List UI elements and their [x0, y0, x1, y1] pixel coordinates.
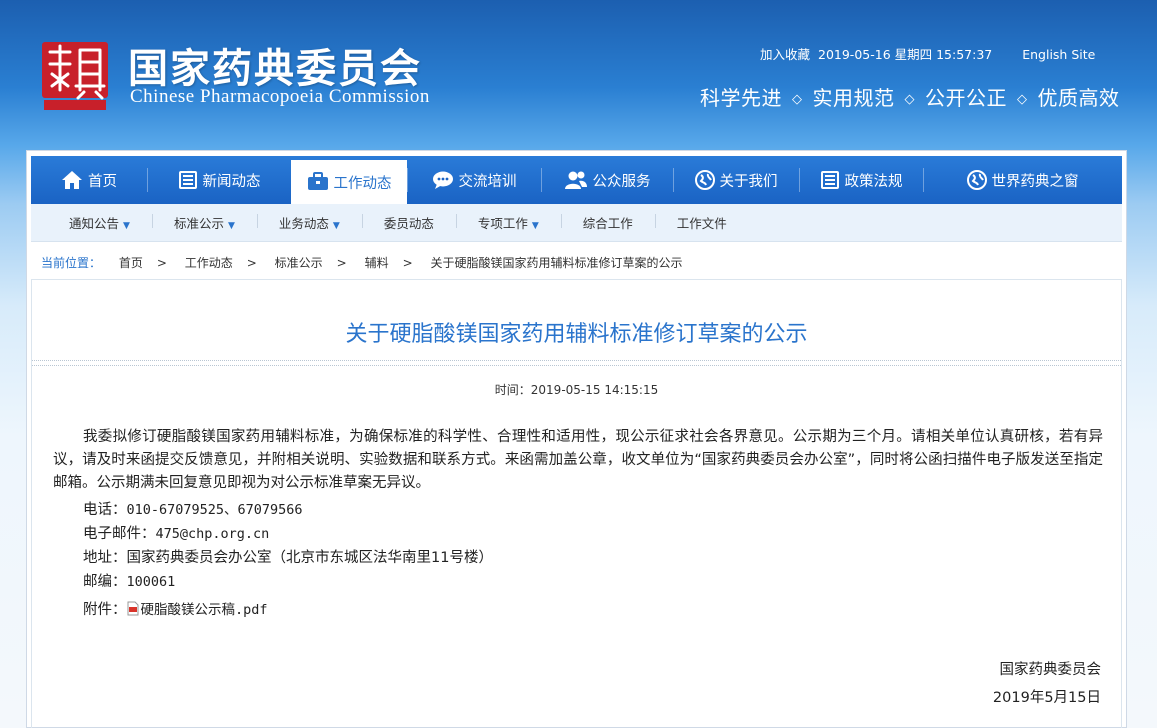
nav-item-work[interactable]: 工作动态	[291, 160, 407, 204]
nav-item-label: 公众服务	[592, 173, 651, 190]
sub-nav: 通知公告 ▼ 标准公示 ▼ 业务动态 ▼ 委员动态 专项工作 ▼ 综合工作 工作文件	[31, 204, 1122, 242]
caret-down-icon: ▼	[227, 221, 235, 231]
slogan-separator: ◇	[1017, 92, 1028, 107]
nav-item-home[interactable]: 首页	[31, 156, 147, 204]
nav-item-label: 新闻动态	[202, 173, 261, 190]
contact-address: 地址：国家药典委员会办公室（北京市东城区法华南里11号楼）	[83, 550, 493, 566]
slogan: 实用规范	[812, 86, 895, 110]
site-header: 国家药典委员会 Chinese Pharmacopoeia Commission…	[0, 0, 1157, 150]
attachment-link[interactable]: 硬脂酸镁公示稿.pdf	[127, 601, 268, 620]
subnav-item-business[interactable]: 业务动态 ▼	[256, 213, 362, 232]
seal-logo-icon[interactable]	[40, 40, 110, 112]
breadcrumb-item[interactable]: 首页	[119, 256, 143, 270]
main-panel: 首页 新闻动态 工作动态 交流培训 公众服务 关于我们 政策法规 世界药典之窗 …	[26, 150, 1127, 728]
users-icon	[564, 170, 588, 190]
slogan: 科学先进	[700, 86, 782, 110]
signature-date: 2019年5月15日	[992, 690, 1101, 706]
publish-time: 时间：2019-05-15 14:15:15	[494, 383, 659, 397]
nav-item-public-service[interactable]: 公众服务	[541, 156, 673, 204]
subnav-item-general[interactable]: 综合工作	[560, 213, 655, 232]
list-icon	[820, 170, 840, 190]
top-links: 加入收藏 2019-05-16 星期四 15:57:37 English Sit…	[760, 44, 1099, 63]
nav-item-label: 交流培训	[458, 173, 517, 190]
subnav-item-notices[interactable]: 通知公告 ▼	[47, 213, 152, 232]
nav-item-news[interactable]: 新闻动态	[147, 156, 291, 204]
home-icon	[61, 170, 83, 190]
slogan-bar: 科学先进 ◇ 实用规范 ◇ 公开公正 ◇ 优质高效	[700, 82, 1120, 111]
caret-down-icon: ▼	[123, 221, 130, 231]
breadcrumb-item[interactable]: 工作动态	[185, 256, 233, 270]
bookmark-link[interactable]: 加入收藏	[760, 47, 810, 62]
breadcrumb-separator: >	[156, 256, 167, 270]
main-nav: 首页 新闻动态 工作动态 交流培训 公众服务 关于我们 政策法规 世界药典之窗	[31, 156, 1122, 204]
slogan: 公开公正	[925, 86, 1007, 110]
article-body: 我委拟修订硬脂酸镁国家药用辅料标准，为确保标准的科学性、合理性和适用性，现公示征…	[53, 429, 1103, 491]
nav-item-world-pharmacopoeia[interactable]: 世界药典之窗	[923, 156, 1122, 204]
subnav-item-special[interactable]: 专项工作 ▼	[455, 213, 561, 232]
subnav-item-documents[interactable]: 工作文件	[654, 213, 749, 232]
nav-item-about[interactable]: 关于我们	[673, 156, 799, 204]
subnav-item-standards[interactable]: 标准公示 ▼	[151, 213, 257, 232]
caret-down-icon: ▼	[531, 221, 539, 231]
contact-postcode: 邮编：100061	[83, 574, 176, 590]
globe-icon	[694, 170, 715, 190]
english-site-link[interactable]: English Site	[1022, 47, 1095, 62]
current-datetime: 2019-05-16 星期四 15:57:37	[818, 47, 993, 62]
breadcrumb-separator: >	[336, 256, 347, 270]
nav-item-label: 工作动态	[333, 175, 392, 192]
breadcrumb-separator: >	[402, 256, 413, 270]
pdf-file-icon	[127, 601, 139, 620]
signature-organization: 国家药典委员会	[999, 662, 1102, 678]
breadcrumb-item[interactable]: 辅料	[365, 256, 389, 270]
contact-email: 电子邮件：475@chp.org.cn	[83, 526, 270, 542]
slogan-separator: ◇	[904, 92, 915, 107]
nav-item-policy[interactable]: 政策法规	[799, 156, 923, 204]
list-icon	[178, 170, 198, 190]
breadcrumb-label: 当前位置：	[41, 256, 102, 270]
site-title-en: Chinese Pharmacopoeia Commission	[130, 86, 430, 107]
breadcrumb-current: 关于硬脂酸镁国家药用辅料标准修订草案的公示	[430, 256, 683, 270]
chat-icon	[432, 170, 454, 190]
breadcrumb-separator: >	[246, 256, 257, 270]
breadcrumb-item[interactable]: 标准公示	[275, 256, 323, 270]
attachment: 附件： 硬脂酸镁公示稿.pdf	[83, 601, 268, 620]
article-title: 关于硬脂酸镁国家药用辅料标准修订草案的公示	[345, 322, 808, 347]
slogan: 优质高效	[1037, 86, 1120, 110]
nav-item-label: 首页	[88, 173, 117, 190]
caret-down-icon: ▼	[332, 221, 340, 231]
nav-item-label: 政策法规	[844, 173, 903, 190]
breadcrumb: 当前位置： 首页 > 工作动态 > 标准公示 > 辅料 > 关于硬脂酸镁国家药用辅料标准…	[41, 254, 682, 271]
contact-phone: 电话：010-67079525、67079566	[83, 502, 303, 518]
globe-icon	[966, 170, 987, 190]
nav-item-label: 关于我们	[719, 173, 778, 190]
article: 关于硬脂酸镁国家药用辅料标准修订草案的公示 时间：2019-05-15 14:1…	[31, 279, 1122, 728]
subnav-item-members[interactable]: 委员动态	[361, 213, 456, 232]
briefcase-icon	[307, 172, 329, 192]
slogan-separator: ◇	[792, 92, 803, 107]
nav-item-training[interactable]: 交流培训	[407, 156, 541, 204]
nav-item-label: 世界药典之窗	[991, 173, 1079, 190]
title-divider	[32, 360, 1121, 366]
